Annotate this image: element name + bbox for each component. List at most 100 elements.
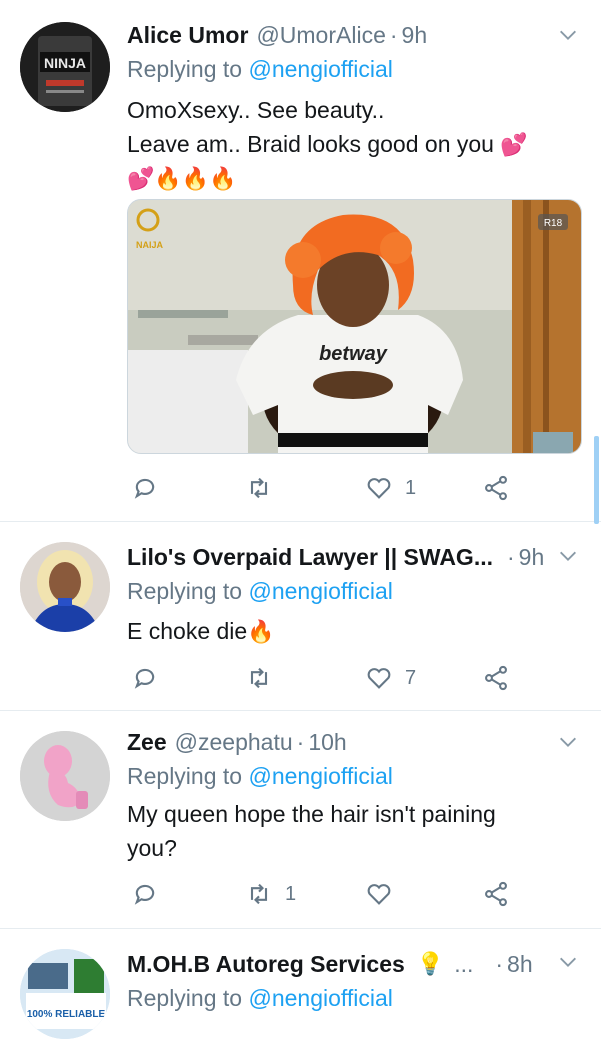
replying-prefix: Replying to [127,763,243,789]
display-name[interactable]: M.OH.B Autoreg Services [127,951,405,978]
emoji-line: 💕🔥🔥🔥 [127,162,561,194]
avatar[interactable]: 100% RELIABLE [20,949,110,1039]
svg-text:100% RELIABLE: 100% RELIABLE [27,1009,106,1020]
svg-text:NINJA: NINJA [44,55,86,71]
reply-button[interactable] [131,468,171,508]
share-button[interactable] [482,468,510,508]
chevron-down-icon[interactable] [557,731,579,753]
chevron-down-icon[interactable] [557,545,579,567]
like-count: 1 [405,476,417,499]
retweet-count: 1 [285,882,297,905]
heart-icon [367,884,391,905]
replying-to: Replying to @nengiofficial [127,985,393,1012]
scrollbar[interactable] [594,436,599,524]
user-handle[interactable]: @zeephatu [175,729,293,756]
separator-dot: · [495,950,504,977]
tweet-text-line: E choke die [127,618,248,644]
tweet-text: OmoXsexy.. See beauty.. Leave am.. Braid… [127,94,561,194]
fire-emoji: 🔥 [247,619,275,644]
retweet-icon [250,883,268,905]
avatar-image: 100% RELIABLE [20,949,110,1039]
like-button[interactable] [365,874,393,914]
timestamp[interactable]: 9h [402,22,428,49]
tweet-text: My queen hope the hair isn't paining you… [127,798,561,864]
heart-icon [367,478,391,499]
tweet-text-line: My queen hope the hair isn't paining [127,801,496,827]
avatar-image [20,542,110,632]
retweet-button[interactable] [245,468,285,508]
separator-dot: · [389,21,398,48]
tweet-header: Lilo's Overpaid Lawyer || SWAG... · 9h [127,540,601,574]
timestamp[interactable]: 8h [507,951,533,978]
retweet-button[interactable] [245,658,273,698]
tweet-header: Zee @zeephatu · 10h [127,725,601,759]
replying-prefix: Replying to [127,578,243,604]
reply-button[interactable] [131,874,159,914]
avatar[interactable]: NINJA [20,22,110,112]
reply-icon [134,668,155,689]
reply-icon [134,478,155,499]
tweet-3[interactable]: Zee @zeephatu · 10h Replying to @nengiof… [0,711,601,929]
tweet-text-line: OmoXsexy.. See beauty.. [127,97,385,123]
action-bar: 7 [127,658,527,698]
mention-link[interactable]: @nengiofficial [248,56,392,82]
chevron-down-icon[interactable] [557,951,579,973]
truncation-ellipsis: ... [454,950,474,977]
tweet-4[interactable]: 100% RELIABLE M.OH.B Autoreg Services 💡 … [0,929,601,1039]
action-bar: 1 [127,874,527,914]
display-name[interactable]: Lilo's Overpaid Lawyer || SWAG... [127,544,493,571]
tweet-text: E choke die🔥 [127,615,561,647]
mention-link[interactable]: @nengiofficial [248,763,392,789]
avatar[interactable] [20,731,110,821]
share-button[interactable] [482,658,510,698]
replying-to: Replying to @nengiofficial [127,763,393,790]
replying-to: Replying to @nengiofficial [127,578,393,605]
replying-prefix: Replying to [127,985,243,1011]
replying-to: Replying to @nengiofficial [127,56,393,83]
svg-text:R18: R18 [544,218,563,229]
replying-prefix: Replying to [127,56,243,82]
tweet-1[interactable]: NINJA Alice Umor @UmorAlice · 9h Replyin… [0,0,601,524]
media-image: betway NAIJA R18 [128,200,581,453]
retweet-button[interactable]: 1 [245,874,296,914]
timestamp[interactable]: 9h [519,544,545,571]
fire-emoji: 🔥 [154,166,182,191]
fire-emoji: 🔥 [209,166,237,191]
mention-link[interactable]: @nengiofficial [248,578,392,604]
mention-link[interactable]: @nengiofficial [248,985,392,1011]
tweet-header: Alice Umor @UmorAlice · 9h [127,18,601,52]
share-button[interactable] [482,874,510,914]
retweet-icon [250,667,268,689]
reply-button[interactable] [131,658,159,698]
like-button[interactable]: 1 [365,468,416,508]
user-handle[interactable]: @UmorAlice [256,22,385,49]
tweet-2[interactable]: Lilo's Overpaid Lawyer || SWAG... · 9h R… [0,522,601,711]
display-name[interactable]: Alice Umor [127,22,248,49]
retweet-icon [250,477,268,499]
avatar[interactable] [20,542,110,632]
avatar-image [20,731,110,821]
fire-emoji: 🔥 [181,166,210,191]
separator-dot: · [507,543,515,570]
two-hearts-emoji: 💕 [500,132,528,157]
heart-icon [367,668,391,689]
tweet-media[interactable]: betway NAIJA R18 [127,199,582,454]
action-bar: 1 [127,468,527,508]
share-icon [485,665,507,691]
tweet-text-line-2: Leave am.. Braid looks good on you 💕 [127,131,528,157]
light-bulb-emoji: 💡 [416,951,445,976]
share-icon [485,475,507,501]
svg-text:NAIJA: NAIJA [136,240,164,250]
svg-text:betway: betway [319,343,388,365]
share-icon [485,881,507,907]
tweet-text-line-2: you? [127,835,177,861]
timestamp[interactable]: 10h [308,729,346,756]
tweet-header: M.OH.B Autoreg Services 💡 ... · 8h [127,947,601,981]
like-button[interactable]: 7 [365,658,416,698]
two-hearts-emoji: 💕 [127,166,155,191]
separator-dot: · [296,728,305,755]
display-name[interactable]: Zee [127,729,167,756]
avatar-image: NINJA [20,22,110,112]
chevron-down-icon[interactable] [557,24,579,46]
reply-icon [134,884,155,905]
